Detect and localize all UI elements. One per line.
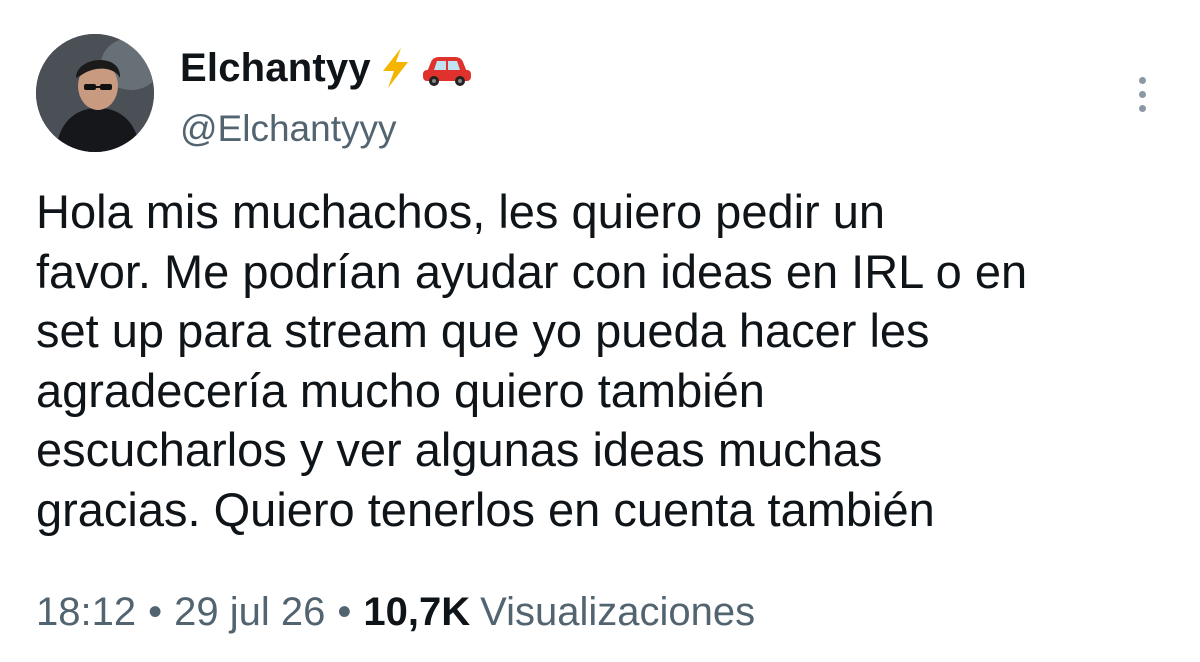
display-name[interactable]: Elchantyy bbox=[180, 46, 371, 91]
meta-separator: • bbox=[337, 590, 352, 634]
display-name-row: Elchantyy bbox=[180, 40, 475, 96]
tweet-time[interactable]: 18:12 bbox=[36, 590, 136, 635]
avatar-image bbox=[36, 34, 154, 152]
tweet-text-line: Hola mis muchachos, les quiero pedir un bbox=[36, 185, 886, 238]
red-car-icon bbox=[419, 48, 475, 88]
views-label: Visualizaciones bbox=[480, 590, 756, 634]
tweet-text: Hola mis muchachos, les quiero pedir un … bbox=[36, 182, 1176, 539]
more-options-button[interactable] bbox=[1124, 70, 1160, 118]
tweet-text-line: favor. Me podrían ayudar con ideas en IR… bbox=[36, 244, 1028, 298]
avatar[interactable] bbox=[36, 34, 154, 152]
tweet-card: Elchantyy @Elchantyyy Hola mis muchachos… bbox=[0, 0, 1200, 662]
more-vertical-icon-dot-3 bbox=[1138, 104, 1146, 112]
tweet-text-line: agradecería mucho quiero también bbox=[36, 363, 765, 417]
user-handle[interactable]: @Elchantyyy bbox=[180, 108, 396, 150]
meta-separator: • bbox=[148, 590, 163, 634]
more-vertical-icon-dot-2 bbox=[1138, 90, 1146, 98]
tweet-text-line: set up para stream que yo pueda hacer le… bbox=[36, 304, 930, 357]
tweet-meta: 18:12 • 29 jul 26 • 10,7K Visualizacione… bbox=[36, 590, 755, 635]
tweet-date[interactable]: 29 jul 26 bbox=[174, 590, 325, 635]
more-vertical-icon bbox=[1138, 76, 1146, 84]
tweet-text-line: escucharlos y ver algunas ideas muchas bbox=[36, 423, 883, 476]
lightning-icon bbox=[377, 46, 413, 90]
views-count: 10,7K bbox=[363, 590, 471, 634]
tweet-text-line: gracias. Quiero tenerlos en cuenta tambi… bbox=[36, 482, 935, 536]
